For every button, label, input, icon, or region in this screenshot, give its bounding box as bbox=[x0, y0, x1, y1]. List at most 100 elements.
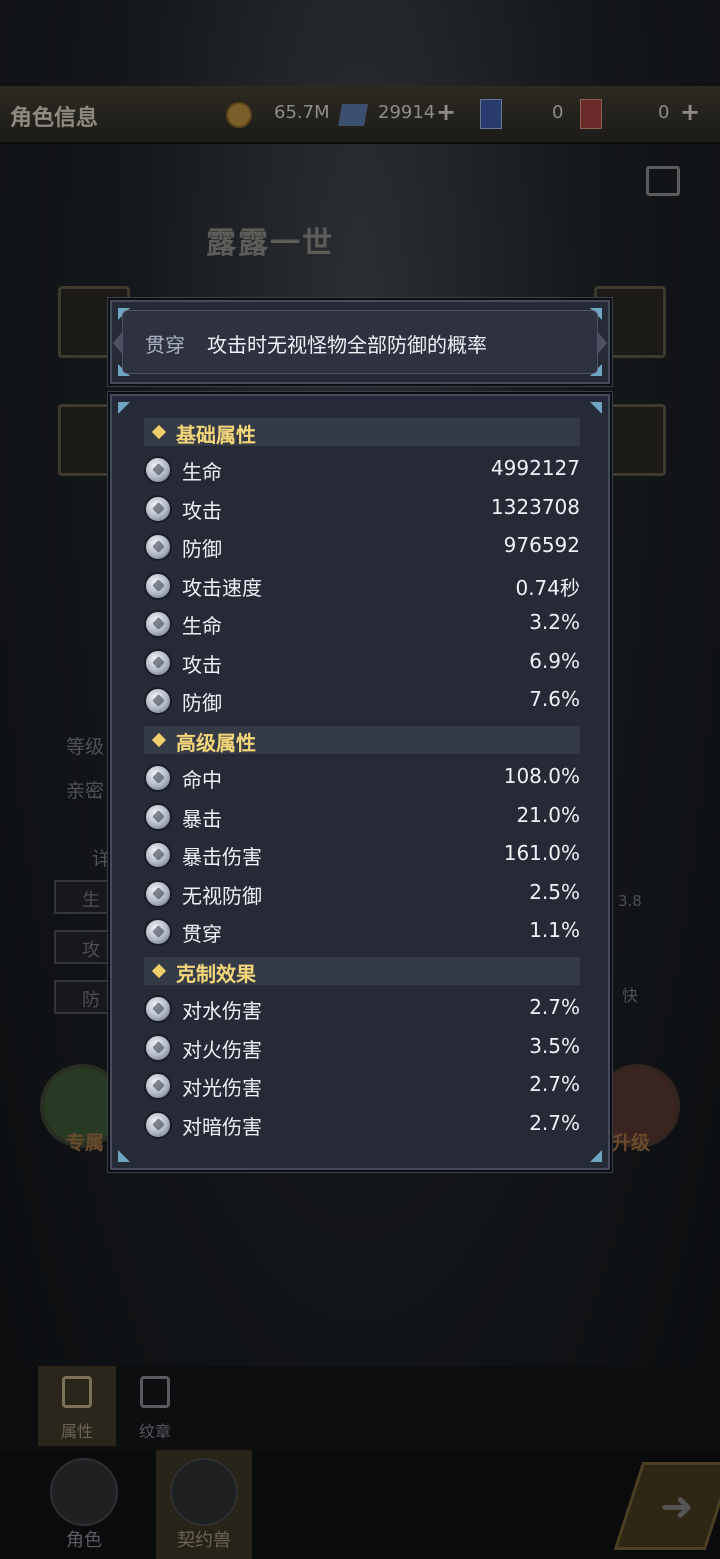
blue-card-amount: 0 bbox=[552, 102, 564, 123]
stat-value: 976592 bbox=[503, 533, 580, 557]
water-icon bbox=[144, 995, 172, 1023]
stat-value: 108.0% bbox=[503, 764, 580, 788]
tab-emblem[interactable]: 纹章 bbox=[116, 1366, 194, 1446]
wing-icon bbox=[144, 572, 172, 600]
heart-icon bbox=[144, 456, 172, 484]
stat-chip-def: 防 bbox=[54, 980, 112, 1014]
stat-label: 防御 bbox=[182, 537, 222, 561]
stat-row: 对暗伤害 2.7% bbox=[144, 1107, 580, 1143]
dark-icon bbox=[144, 1111, 172, 1139]
stat-value: 0.74秒 bbox=[515, 576, 580, 600]
diamond-icon bbox=[151, 963, 167, 979]
diamond-icon bbox=[151, 424, 167, 440]
tooltip-banner: 贯穿 攻击时无视怪物全部防御的概率 bbox=[113, 310, 607, 374]
target-icon bbox=[144, 764, 172, 792]
stat-value: 3.5% bbox=[529, 1034, 580, 1058]
stat-value: 6.9% bbox=[529, 649, 580, 673]
stat-row: 对光伤害 2.7% bbox=[144, 1068, 580, 1104]
shield-icon bbox=[144, 687, 172, 715]
stat-row: 生命 3.2% bbox=[144, 606, 580, 642]
blue-card-icon bbox=[480, 99, 502, 129]
stat-value: 161.0% bbox=[503, 841, 580, 865]
page-title: 角色信息 bbox=[10, 106, 99, 131]
stat-value: 2.7% bbox=[529, 1072, 580, 1096]
stat-label: 暴击伤害 bbox=[182, 845, 262, 869]
stat-row: 对火伤害 3.5% bbox=[144, 1030, 580, 1066]
burst-icon bbox=[144, 841, 172, 869]
intimacy-label: 亲密 bbox=[66, 780, 105, 802]
tab-attributes-label: 属性 bbox=[60, 1422, 93, 1441]
gem-icon bbox=[338, 104, 368, 126]
stat-label: 无视防御 bbox=[182, 884, 262, 908]
stat-label: 对光伤害 bbox=[182, 1076, 262, 1100]
exclusive-label: 专属 bbox=[66, 1132, 105, 1154]
stat-label: 对火伤害 bbox=[182, 1038, 262, 1062]
ignore-defense-icon bbox=[144, 880, 172, 908]
nav-character-label: 角色 bbox=[66, 1530, 102, 1551]
stat-row: 防御 976592 bbox=[144, 529, 580, 565]
stat-chip-hp: 生 bbox=[54, 880, 112, 914]
hero-name: 露露一世 bbox=[206, 226, 334, 261]
level-label: 等级 bbox=[66, 736, 105, 758]
gem-amount: 29914 bbox=[378, 102, 436, 123]
crit-icon bbox=[144, 803, 172, 831]
heart-icon bbox=[144, 610, 172, 638]
nav-contract-beast-label: 契约兽 bbox=[177, 1530, 231, 1551]
tooltip-label: 贯穿 bbox=[145, 333, 185, 357]
nav-contract-beast[interactable]: 契约兽 bbox=[156, 1450, 252, 1559]
stat-value: 1323708 bbox=[490, 495, 580, 519]
red-card-amount: 0 bbox=[658, 102, 670, 123]
section-header-advanced: 高级属性 bbox=[144, 726, 580, 755]
stat-value: 2.7% bbox=[529, 995, 580, 1019]
add-cards-button[interactable]: + bbox=[680, 98, 700, 126]
pierce-icon bbox=[144, 918, 172, 946]
stat-value: 21.0% bbox=[516, 803, 580, 827]
stat-label: 生命 bbox=[182, 614, 222, 638]
book-icon bbox=[62, 1376, 92, 1408]
stat-value: 3.2% bbox=[529, 610, 580, 634]
character-icon bbox=[50, 1458, 118, 1526]
stat-row: 攻击 1323708 bbox=[144, 491, 580, 527]
sword-icon bbox=[144, 495, 172, 523]
stat-value: 1.1% bbox=[529, 918, 580, 942]
stats-panel: 基础属性 生命 4992127 攻击 1323708 防御 976592 攻击速… bbox=[108, 392, 612, 1172]
stat-label: 对暗伤害 bbox=[182, 1115, 262, 1139]
nav-character[interactable]: 角色 bbox=[36, 1450, 132, 1559]
stat-label: 命中 bbox=[182, 768, 222, 792]
side-speed: 快 bbox=[622, 986, 639, 1005]
section-header-basic: 基础属性 bbox=[144, 418, 580, 447]
tooltip-panel: 贯穿 攻击时无视怪物全部防御的概率 bbox=[108, 298, 612, 386]
stat-value: 7.6% bbox=[529, 687, 580, 711]
stat-row: 生命 4992127 bbox=[144, 452, 580, 488]
light-icon bbox=[144, 1072, 172, 1100]
shield-icon bbox=[144, 533, 172, 561]
stat-row: 无视防御 2.5% bbox=[144, 876, 580, 912]
upgrade-label: 升级 bbox=[612, 1132, 651, 1154]
tab-attributes[interactable]: 属性 bbox=[38, 1366, 116, 1446]
fire-icon bbox=[144, 1034, 172, 1062]
add-gems-button[interactable]: + bbox=[436, 98, 456, 126]
stat-row: 命中 108.0% bbox=[144, 760, 580, 796]
stat-row: 暴击伤害 161.0% bbox=[144, 837, 580, 873]
stat-label: 防御 bbox=[182, 691, 222, 715]
red-card-icon bbox=[580, 99, 602, 129]
corner-decoration bbox=[118, 402, 130, 414]
stat-row: 贯穿 1.1% bbox=[144, 914, 580, 950]
share-icon[interactable] bbox=[646, 166, 680, 196]
section-title: 克制效果 bbox=[176, 962, 256, 986]
stat-row: 攻击 6.9% bbox=[144, 645, 580, 681]
paw-icon bbox=[170, 1458, 238, 1526]
stat-row: 攻击速度 0.74秒 bbox=[144, 568, 580, 604]
tab-emblem-label: 纹章 bbox=[138, 1422, 171, 1441]
stat-value: 4992127 bbox=[490, 456, 580, 480]
stat-label: 暴击 bbox=[182, 807, 222, 831]
stat-label: 攻击 bbox=[182, 499, 222, 523]
section-header-counter: 克制效果 bbox=[144, 957, 580, 986]
diamond-icon bbox=[151, 732, 167, 748]
arrow-right-icon: ➜ bbox=[660, 1484, 694, 1530]
stat-row: 暴击 21.0% bbox=[144, 799, 580, 835]
stat-row: 对水伤害 2.7% bbox=[144, 991, 580, 1027]
sword-icon bbox=[144, 649, 172, 677]
stat-value: 2.5% bbox=[529, 880, 580, 904]
gold-coin-icon bbox=[226, 102, 252, 128]
